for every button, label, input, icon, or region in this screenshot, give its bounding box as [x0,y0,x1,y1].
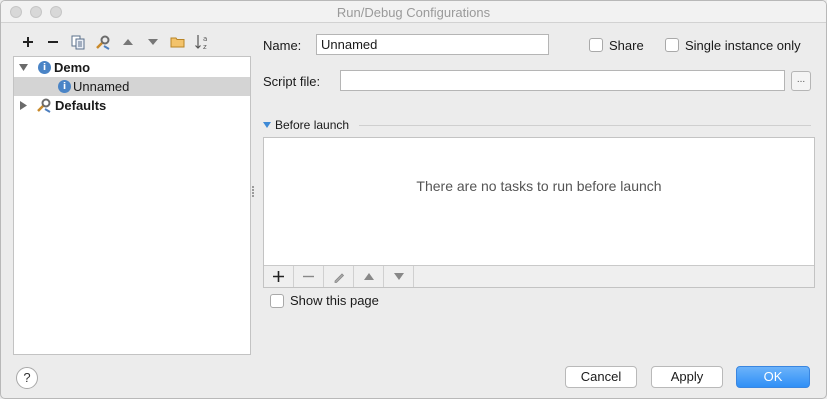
move-up-icon [122,39,133,45]
script-file-label: Script file: [263,74,321,89]
show-this-page-checkbox[interactable] [270,294,284,308]
tree-item-label: Defaults [55,98,107,113]
move-down-icon [393,273,404,280]
remove-configuration-button[interactable] [40,31,65,53]
minus-icon [303,275,314,278]
tree-item-label: Demo [54,60,91,75]
configurations-toolbar: a z [15,31,215,53]
wrench-icon [37,98,51,113]
single-instance-checkbox[interactable] [665,38,679,52]
edit-task-button[interactable] [324,266,354,287]
title-bar: Run/Debug Configurations [1,1,826,23]
wrench-icon [95,35,110,50]
copy-configuration-button[interactable] [65,31,90,53]
move-up-button[interactable] [115,31,140,53]
section-divider [359,125,811,126]
edit-defaults-button[interactable] [90,31,115,53]
run-debug-configurations-dialog: Run/Debug Configurations a z i Demo i Un… [0,0,827,399]
demo-config-icon: i [38,61,51,74]
tree-item-defaults[interactable]: Defaults [14,96,250,115]
svg-text:z: z [203,43,207,50]
share-checkbox[interactable] [589,38,603,52]
cancel-button[interactable]: Cancel [565,366,637,388]
minus-icon [47,41,58,43]
tree-item-label: Unnamed [73,79,130,94]
move-task-up-button[interactable] [354,266,384,287]
collapse-arrow-icon[interactable] [18,101,28,111]
move-task-down-button[interactable] [384,266,414,287]
browse-button[interactable]: ... [791,71,811,91]
apply-button[interactable]: Apply [651,366,723,388]
sort-az-icon: a z [195,35,207,50]
copy-icon [71,35,84,49]
sort-button[interactable]: a z [190,31,215,53]
help-button[interactable]: ? [16,367,38,389]
name-field[interactable] [316,34,549,55]
svg-text:a: a [203,35,207,43]
script-file-field[interactable] [340,70,785,91]
ok-button[interactable]: OK [736,366,810,388]
configurations-tree[interactable]: i Demo i Unnamed Defaults [13,56,251,355]
pencil-icon [334,272,344,283]
collapse-triangle-icon [263,122,271,128]
add-configuration-button[interactable] [15,31,40,53]
before-launch-title: Before launch [275,118,350,132]
plus-icon [273,271,284,282]
folder-icon [170,37,185,48]
tree-item-demo[interactable]: i Demo [14,58,250,77]
move-down-icon [147,39,158,45]
name-label: Name: [263,38,302,53]
tree-item-unnamed[interactable]: i Unnamed [14,77,250,96]
expand-arrow-icon[interactable] [18,63,28,73]
panel-splitter[interactable] [251,185,255,199]
move-down-button[interactable] [140,31,165,53]
before-launch-task-list[interactable]: There are no tasks to run before launch [263,137,815,288]
share-label: Share [609,38,644,53]
plus-icon [22,37,33,47]
empty-tasks-text: There are no tasks to run before launch [416,178,662,194]
create-folder-button[interactable] [165,31,190,53]
remove-task-button[interactable] [294,266,324,287]
show-this-page-label: Show this page [290,293,379,308]
window-title: Run/Debug Configurations [336,5,491,20]
task-list-toolbar [264,265,814,287]
single-instance-label: Single instance only [685,38,801,53]
before-launch-header[interactable]: Before launch [263,118,349,132]
move-up-icon [363,273,374,280]
unnamed-config-icon: i [58,80,71,93]
add-task-button[interactable] [264,266,294,287]
